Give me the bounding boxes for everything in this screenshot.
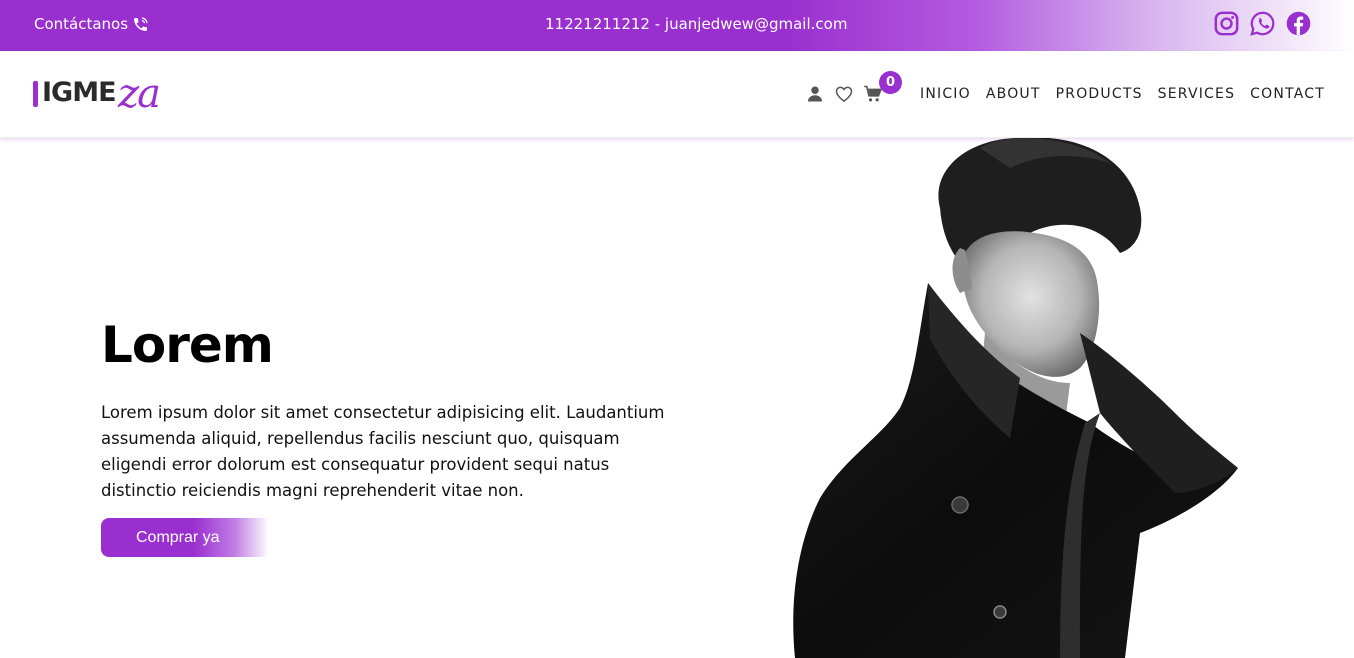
heart-icon[interactable] — [834, 84, 854, 104]
nav-menu: INICIO ABOUT PRODUCTS SERVICES CONTACT — [920, 86, 1325, 102]
contact-info: 11221211212 - juanjedwew@gmail.com — [545, 15, 848, 33]
phone-icon — [134, 16, 148, 31]
nav-item-about[interactable]: ABOUT — [986, 86, 1041, 102]
facebook-icon[interactable] — [1285, 10, 1312, 37]
cart-button[interactable]: 0 — [863, 71, 902, 104]
contact-label: Contáctanos — [34, 15, 129, 33]
contact-link[interactable]: Contáctanos — [34, 15, 149, 33]
hero-model-image — [793, 138, 1238, 658]
whatsapp-icon[interactable] — [1249, 10, 1276, 37]
buy-now-button[interactable]: Comprar ya — [101, 518, 269, 557]
nav-icons: 0 — [805, 71, 902, 104]
instagram-icon[interactable] — [1213, 10, 1240, 37]
top-bar: Contáctanos 11221211212 - juanjedwew@gma… — [0, 0, 1354, 51]
nav-item-products[interactable]: PRODUCTS — [1056, 86, 1143, 102]
cart-count-badge: 0 — [879, 71, 902, 94]
user-icon[interactable] — [805, 84, 825, 104]
brand-logo[interactable]: IGME za — [33, 71, 183, 131]
nav-item-services[interactable]: SERVICES — [1158, 86, 1236, 102]
logo-prefix: IGME — [42, 77, 117, 108]
nav-item-inicio[interactable]: INICIO — [920, 86, 971, 102]
logo-bar — [33, 81, 38, 107]
social-links — [1213, 10, 1312, 37]
hero-title: Lorem — [101, 316, 274, 374]
navbar: IGME za 0 INICIO ABOUT PRODUCTS SERVICES… — [0, 51, 1354, 138]
logo-script: za — [118, 71, 161, 117]
nav-item-contact[interactable]: CONTACT — [1250, 86, 1325, 102]
hero-text: Lorem ipsum dolor sit amet consectetur a… — [101, 403, 665, 500]
